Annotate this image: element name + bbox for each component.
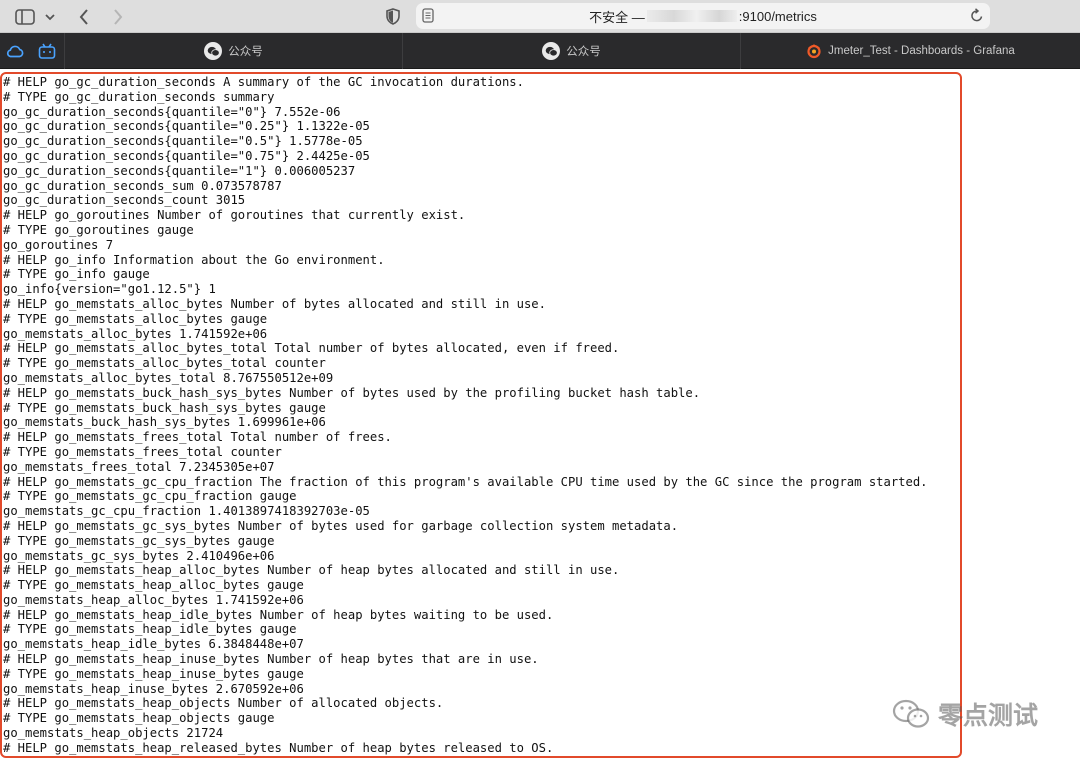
- tab-label: 公众号: [566, 46, 601, 58]
- chevron-left-icon: [79, 8, 88, 25]
- tab-overview-dropdown[interactable]: [42, 0, 58, 33]
- wechat-icon: [204, 42, 223, 60]
- grafana-icon: [807, 44, 821, 59]
- address-path: :9100/metrics: [738, 8, 817, 24]
- metric-line: # HELP go_memstats_buck_hash_sys_bytes N…: [3, 385, 701, 400]
- metric-line: go_info{version="go1.12.5"} 1: [3, 282, 216, 297]
- metric-line: go_gc_duration_seconds{quantile="0.75"} …: [3, 148, 370, 163]
- forward-button[interactable]: [108, 0, 128, 33]
- tab-wechat-2[interactable]: 公众号: [402, 33, 740, 69]
- address-text: 不安全 — :9100/metrics: [416, 3, 990, 29]
- metric-line: go_memstats_frees_total 7.2345305e+07: [3, 459, 275, 474]
- metric-line: # TYPE go_gc_duration_seconds summary: [3, 89, 275, 104]
- metric-line: # HELP go_goroutines Number of goroutine…: [3, 208, 466, 223]
- redacted-host: [646, 10, 737, 22]
- chevron-right-icon: [114, 8, 123, 25]
- metric-line: # TYPE go_memstats_buck_hash_sys_bytes g…: [3, 400, 326, 415]
- metric-line: go_memstats_buck_hash_sys_bytes 1.699961…: [3, 415, 326, 430]
- page-content: # HELP go_gc_duration_seconds A summary …: [0, 69, 1080, 761]
- metric-line: # TYPE go_memstats_heap_idle_bytes gauge: [3, 622, 297, 637]
- pinned-bilibili-tab[interactable]: [32, 33, 62, 69]
- sidebar-icon: [15, 8, 35, 25]
- watermark: 零点测试: [892, 696, 1038, 732]
- metric-line: # HELP go_memstats_heap_inuse_bytes Numb…: [3, 652, 539, 667]
- metric-line: # HELP go_memstats_heap_released_bytes N…: [3, 740, 554, 755]
- chevron-down-icon: [45, 13, 55, 20]
- metric-line: go_memstats_alloc_bytes 1.741592e+06: [3, 326, 268, 341]
- metric-line: # HELP go_memstats_frees_total Total num…: [3, 430, 392, 445]
- metric-line: go_memstats_gc_sys_bytes 2.410496e+06: [3, 548, 275, 563]
- metric-line: # HELP go_memstats_heap_alloc_bytes Numb…: [3, 563, 620, 578]
- metric-line: go_memstats_gc_cpu_fraction 1.4013897418…: [3, 504, 370, 519]
- metric-line: # HELP go_memstats_heap_idle_bytes Numbe…: [3, 607, 554, 622]
- metric-line: go_gc_duration_seconds{quantile="0"} 7.5…: [3, 104, 341, 119]
- metric-line: # TYPE go_memstats_gc_cpu_fraction gauge: [3, 489, 297, 504]
- metric-line: # TYPE go_memstats_alloc_bytes_total cou…: [3, 356, 326, 371]
- reload-icon[interactable]: [970, 8, 984, 27]
- metric-line: # TYPE go_info gauge: [3, 267, 150, 282]
- metric-line: # HELP go_memstats_alloc_bytes_total Tot…: [3, 341, 620, 356]
- metric-line: go_gc_duration_seconds{quantile="0.25"} …: [3, 119, 370, 134]
- tab-grafana[interactable]: Jmeter_Test - Dashboards - Grafana: [740, 33, 1080, 69]
- address-security-label: 不安全 —: [589, 9, 645, 25]
- cloud-icon: [6, 45, 24, 58]
- metric-line: go_gc_duration_seconds{quantile="0.5"} 1…: [3, 134, 363, 149]
- metric-line: # HELP go_memstats_gc_cpu_fraction The f…: [3, 474, 928, 489]
- back-button[interactable]: [74, 0, 94, 33]
- wechat-icon: [542, 42, 561, 60]
- tab-wechat-1[interactable]: 公众号: [64, 33, 402, 69]
- metric-line: go_goroutines 7: [3, 237, 114, 252]
- metric-line: # HELP go_gc_duration_seconds A summary …: [3, 75, 524, 89]
- metric-line: go_gc_duration_seconds_count 3015: [3, 193, 246, 208]
- wechat-logo-icon: [892, 699, 930, 728]
- browser-toolbar: 不安全 — :9100/metrics: [0, 0, 1080, 33]
- tab-label: 公众号: [228, 46, 263, 58]
- metric-line: go_memstats_alloc_bytes_total 8.76755051…: [3, 370, 334, 385]
- metric-line: # HELP go_memstats_alloc_bytes Number of…: [3, 296, 546, 311]
- privacy-shield-button[interactable]: [382, 0, 404, 33]
- metric-line: go_memstats_heap_alloc_bytes 1.741592e+0…: [3, 592, 304, 607]
- metrics-text: # HELP go_gc_duration_seconds A summary …: [0, 69, 1080, 756]
- sidebar-toggle-button[interactable]: [12, 0, 38, 33]
- metric-line: # HELP go_info Information about the Go …: [3, 252, 385, 267]
- address-bar[interactable]: 不安全 — :9100/metrics: [416, 3, 990, 29]
- metric-line: go_memstats_heap_idle_bytes 6.3848448e+0…: [3, 637, 304, 652]
- watermark-text: 零点测试: [938, 701, 1039, 730]
- tab-bar: 公众号 公众号 Jmeter_Test - Dashboards - Grafa…: [0, 33, 1080, 69]
- bilibili-icon: [38, 43, 56, 59]
- metric-line: # HELP go_memstats_gc_sys_bytes Number o…: [3, 518, 679, 533]
- metric-line: go_memstats_heap_inuse_bytes 2.670592e+0…: [3, 681, 304, 696]
- metric-line: # TYPE go_memstats_alloc_bytes gauge: [3, 311, 268, 326]
- metric-line: # TYPE go_goroutines gauge: [3, 222, 194, 237]
- metric-line: go_gc_duration_seconds{quantile="1"} 0.0…: [3, 163, 356, 178]
- metric-line: # TYPE go_memstats_frees_total counter: [3, 444, 282, 459]
- pinned-cloud-tab[interactable]: [0, 33, 30, 69]
- metric-line: # TYPE go_memstats_gc_sys_bytes gauge: [3, 533, 275, 548]
- metric-line: # TYPE go_memstats_heap_inuse_bytes gaug…: [3, 666, 304, 681]
- shield-icon: [386, 8, 400, 25]
- metric-line: # TYPE go_memstats_heap_alloc_bytes gaug…: [3, 578, 304, 593]
- metric-line: go_gc_duration_seconds_sum 0.073578787: [3, 178, 282, 193]
- tab-label: Jmeter_Test - Dashboards - Grafana: [828, 45, 1015, 57]
